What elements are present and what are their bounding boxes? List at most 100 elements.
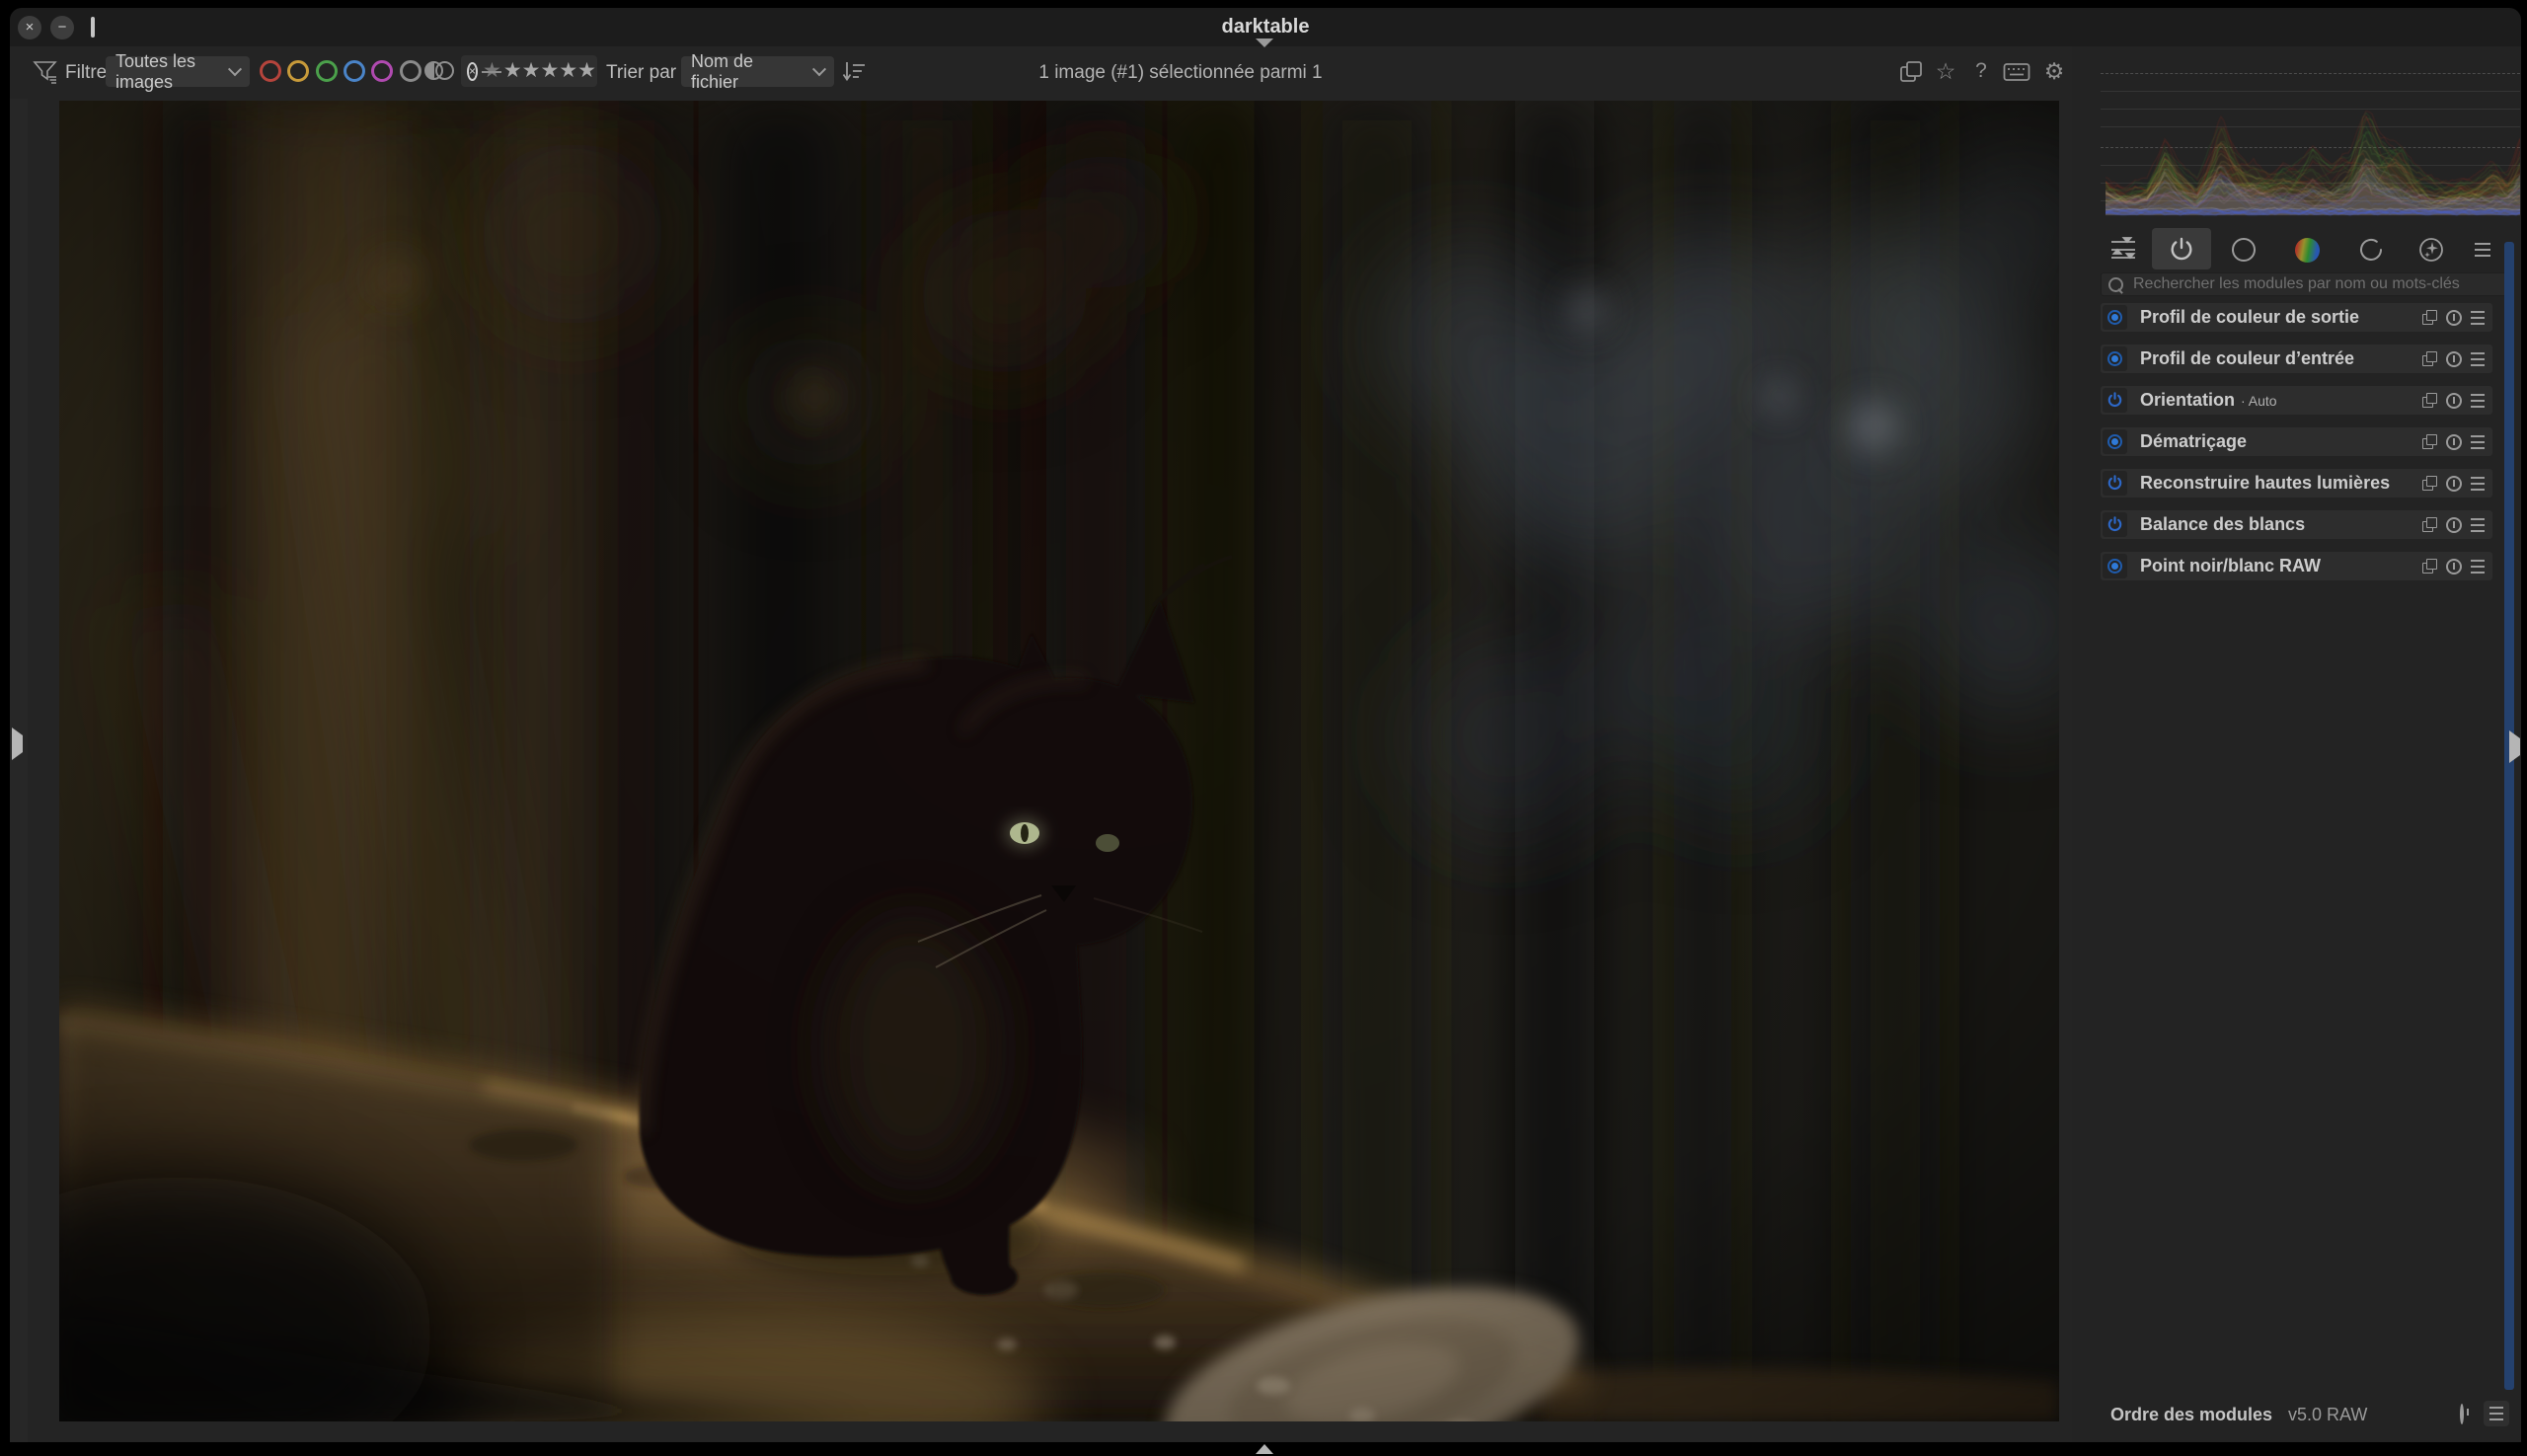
module-search-input[interactable] bbox=[2131, 274, 2505, 294]
module-row-raw-black-white-point[interactable]: Point noir/blanc RAW bbox=[2101, 552, 2492, 580]
always-on-icon bbox=[2107, 310, 2122, 325]
always-on-icon bbox=[2107, 434, 2122, 449]
always-on-icon bbox=[2107, 559, 2122, 574]
search-icon bbox=[2108, 277, 2123, 292]
photo-cat-on-log bbox=[59, 101, 2059, 1421]
color-label-blue[interactable] bbox=[344, 60, 365, 82]
color-label-green[interactable] bbox=[316, 60, 338, 82]
module-on-toggle[interactable] bbox=[2103, 512, 2127, 537]
strike-line bbox=[482, 71, 501, 73]
rating-filter[interactable]: × ★ ★★★★★ bbox=[461, 55, 597, 87]
reject-icon[interactable]: × bbox=[467, 62, 478, 81]
reset-icon[interactable] bbox=[2446, 559, 2462, 575]
module-on-toggle[interactable] bbox=[2103, 429, 2127, 454]
waveform-scope[interactable] bbox=[2106, 57, 2520, 219]
triangle-right-icon bbox=[12, 728, 23, 760]
favorites-star-icon[interactable]: ☆ bbox=[1932, 57, 1959, 85]
sort-by-label: Trier par bbox=[606, 46, 676, 99]
color-label-red[interactable] bbox=[260, 60, 281, 82]
multi-instance-icon[interactable] bbox=[2422, 517, 2437, 532]
multi-instance-icon[interactable] bbox=[2422, 393, 2437, 408]
presets-icon[interactable] bbox=[2471, 477, 2485, 491]
module-on-toggle[interactable] bbox=[2103, 305, 2127, 330]
circle-right-icon bbox=[435, 61, 454, 80]
always-on-icon bbox=[2107, 351, 2122, 366]
module-label: Balance des blancs bbox=[2140, 514, 2305, 535]
reset-icon[interactable] bbox=[2446, 517, 2462, 533]
help-icon[interactable]: ? bbox=[1967, 57, 1995, 85]
selection-status: 1 image (#1) sélectionnée parmi 1 bbox=[983, 46, 1378, 99]
module-label: Point noir/blanc RAW bbox=[2140, 556, 2321, 576]
module-row-orientation[interactable]: Orientation · Auto bbox=[2101, 386, 2492, 415]
color-label-gray[interactable] bbox=[400, 60, 421, 82]
module-row-highlight-reconstruction[interactable]: Reconstruire hautes lumières bbox=[2101, 469, 2492, 498]
group-effects-icon[interactable] bbox=[2417, 236, 2445, 264]
reset-icon[interactable] bbox=[2446, 310, 2462, 326]
module-row-input-color-profile[interactable]: Profil de couleur d’entrée bbox=[2101, 345, 2492, 373]
reset-icon[interactable] bbox=[2446, 434, 2462, 450]
darktable-window: { "window": { "title": "darktable" }, "i… bbox=[0, 0, 2527, 1456]
color-label-purple[interactable] bbox=[371, 60, 393, 82]
module-on-toggle[interactable] bbox=[2103, 471, 2127, 496]
multi-instance-icon[interactable] bbox=[2422, 476, 2437, 491]
module-on-toggle[interactable] bbox=[2103, 388, 2127, 413]
reset-icon[interactable] bbox=[2446, 393, 2462, 409]
darkroom-image[interactable] bbox=[59, 101, 2059, 1421]
presets-icon[interactable] bbox=[2471, 435, 2485, 449]
collection-filter-dropdown[interactable]: Toutes les images bbox=[106, 56, 250, 87]
power-icon bbox=[2106, 475, 2123, 492]
sort-by-value: Nom de fichier bbox=[691, 51, 804, 93]
module-search[interactable] bbox=[2101, 272, 2513, 296]
sort-by-dropdown[interactable]: Nom de fichier bbox=[681, 56, 834, 87]
module-label: Orientation bbox=[2140, 390, 2235, 411]
module-on-toggle[interactable] bbox=[2103, 554, 2127, 578]
module-order-presets-button[interactable] bbox=[2484, 1401, 2509, 1426]
preferences-gear-icon[interactable]: ⚙ bbox=[2040, 57, 2068, 85]
chevron-down-icon bbox=[228, 62, 242, 76]
module-label: Profil de couleur d’entrée bbox=[2140, 348, 2354, 369]
group-active-power-icon[interactable] bbox=[2168, 236, 2195, 264]
presets-icon[interactable] bbox=[2471, 560, 2485, 574]
module-order-label: Ordre des modules bbox=[2110, 1405, 2272, 1425]
module-row-output-color-profile[interactable]: Profil de couleur de sortie bbox=[2101, 303, 2492, 332]
expand-left-panel-arrow[interactable] bbox=[12, 735, 23, 753]
zero-star-icon[interactable]: ★ bbox=[483, 56, 501, 86]
presets-icon[interactable] bbox=[2471, 311, 2485, 325]
module-label: Reconstruire hautes lumières bbox=[2140, 473, 2390, 494]
triangle-up-icon bbox=[1256, 1427, 1273, 1454]
module-order-value[interactable]: v5.0 RAW bbox=[2288, 1405, 2367, 1425]
multi-instance-icon[interactable] bbox=[2422, 351, 2437, 366]
expand-bottom-panel-arrow[interactable] bbox=[1256, 1427, 1273, 1445]
shortcuts-keyboard-icon[interactable] bbox=[2003, 60, 2030, 84]
filter-funnel-icon[interactable] bbox=[33, 58, 59, 86]
group-basic-circle-icon[interactable] bbox=[2230, 236, 2258, 264]
group-color-icon[interactable] bbox=[2295, 238, 2320, 263]
sort-direction-icon[interactable] bbox=[841, 59, 867, 85]
module-label: Profil de couleur de sortie bbox=[2140, 307, 2359, 328]
presets-menu-icon[interactable] bbox=[2475, 243, 2490, 257]
reset-icon[interactable] bbox=[2446, 351, 2462, 367]
left-panel-handle[interactable] bbox=[10, 99, 28, 1442]
group-correct-swirl-icon[interactable] bbox=[2357, 236, 2385, 264]
active-modules-sliders-icon[interactable] bbox=[2109, 236, 2137, 264]
multi-instance-icon[interactable] bbox=[2422, 434, 2437, 449]
presets-icon[interactable] bbox=[2471, 518, 2485, 532]
collection-filter-value: Toutes les images bbox=[115, 51, 220, 93]
module-row-white-balance[interactable]: Balance des blancs bbox=[2101, 510, 2492, 539]
grouping-icon[interactable] bbox=[1897, 58, 1925, 86]
triangle-right-icon bbox=[2509, 730, 2520, 763]
presets-icon[interactable] bbox=[2471, 394, 2485, 408]
module-label: Dématriçage bbox=[2140, 431, 2247, 452]
star-rating[interactable]: ★★★★★ bbox=[503, 56, 596, 86]
module-order-reset-icon[interactable] bbox=[2460, 1404, 2464, 1424]
multi-instance-icon[interactable] bbox=[2422, 559, 2437, 574]
presets-icon[interactable] bbox=[2471, 352, 2485, 366]
multi-instance-icon[interactable] bbox=[2422, 310, 2437, 325]
module-on-toggle[interactable] bbox=[2103, 346, 2127, 371]
color-label-any-icon[interactable] bbox=[424, 61, 454, 80]
reset-icon[interactable] bbox=[2446, 476, 2462, 492]
module-row-demosaic[interactable]: Dématriçage bbox=[2101, 427, 2492, 456]
color-label-yellow[interactable] bbox=[287, 60, 309, 82]
collapse-right-panel-arrow[interactable] bbox=[2509, 738, 2520, 756]
panel-scrollbar[interactable] bbox=[2504, 242, 2514, 1390]
